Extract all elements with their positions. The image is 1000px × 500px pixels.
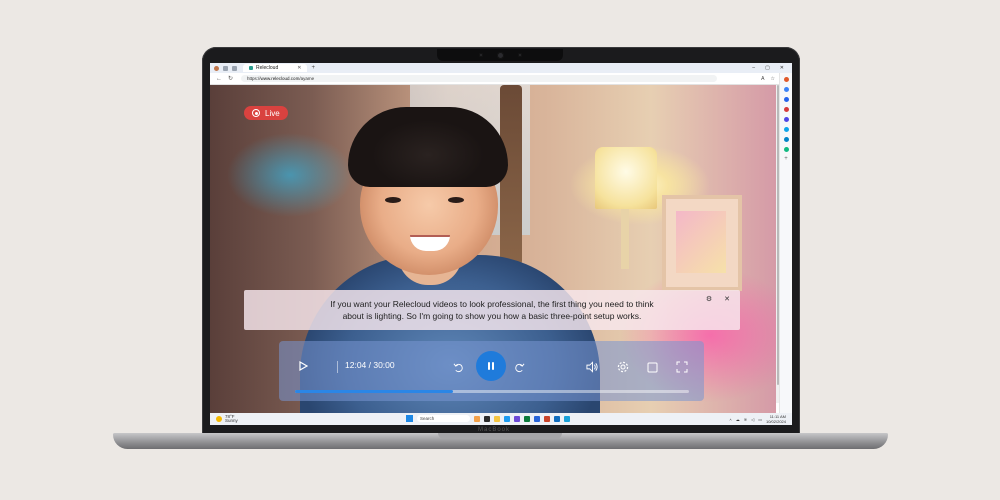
office-icon[interactable] — [783, 127, 789, 132]
taskbar: 78°F Sunny Search ˄ ☁ ≋ ◁ ▭ 11:11 AM 10/… — [210, 413, 792, 425]
caption-close-icon[interactable]: ✕ — [724, 294, 730, 306]
url-host: www.relecloud.com — [260, 76, 300, 81]
tab-actions-icon[interactable] — [232, 65, 237, 71]
forward-30-icon — [514, 363, 524, 372]
pause-icon — [488, 362, 494, 370]
fullscreen-icon — [676, 361, 688, 373]
cloud-icon[interactable]: ☁ — [736, 417, 740, 422]
shopping-icon[interactable] — [783, 97, 789, 102]
play-button[interactable] — [295, 358, 311, 374]
time-display: 12:04 / 30:00 — [345, 360, 395, 370]
url-path: /ayame — [299, 76, 315, 81]
caption-panel: If you want your Relecloud videos to loo… — [244, 290, 740, 330]
sensor-icon — [517, 53, 522, 57]
rewind-10-icon — [453, 363, 463, 372]
weather-widget[interactable]: 78°F Sunny — [216, 414, 238, 424]
caption-settings-icon[interactable]: ⚙ — [706, 294, 712, 306]
caption-line-1: If you want your Relecloud videos to loo… — [330, 299, 654, 309]
new-tab-icon[interactable]: + — [311, 65, 315, 71]
tools-icon[interactable] — [783, 107, 789, 112]
add-sidebar-app-icon[interactable]: + — [784, 156, 788, 162]
sensor-icon — [478, 53, 483, 57]
sun-icon — [216, 416, 222, 422]
speaker-icon[interactable]: ◁ — [751, 417, 754, 422]
store-icon[interactable] — [564, 415, 570, 422]
pause-button[interactable] — [476, 351, 506, 381]
taskbar-search[interactable]: Search — [417, 415, 470, 422]
miniplayer-button[interactable] — [644, 359, 660, 375]
video-lamp — [595, 147, 657, 209]
task-view-icon[interactable] — [484, 415, 490, 422]
controls-divider — [337, 361, 338, 373]
start-icon[interactable] — [406, 415, 413, 422]
video-player[interactable]: Live If you want your Relecloud videos t… — [210, 85, 776, 413]
tab-relecloud[interactable]: Relecloud ✕ — [243, 64, 308, 72]
file-explorer-icon[interactable] — [494, 415, 500, 422]
workspaces-icon[interactable] — [223, 65, 228, 71]
relecloud-favicon-icon — [249, 66, 253, 70]
back-icon[interactable]: ← — [216, 76, 222, 82]
battery-icon[interactable]: ▭ — [758, 417, 762, 422]
gear-icon — [617, 361, 629, 373]
progress-bar[interactable] — [295, 390, 689, 393]
teams-icon[interactable] — [514, 415, 520, 422]
tab-bar: Relecloud ✕ + – ▢ ✕ — [210, 63, 792, 73]
play-icon — [299, 361, 308, 371]
video-lamp-stand — [621, 209, 629, 269]
screen: Relecloud ✕ + – ▢ ✕ ← ↻ https:// www.rel… — [210, 63, 792, 425]
rewind-button[interactable] — [451, 360, 465, 374]
clock-date: 10/02/2024 — [765, 419, 786, 424]
system-tray: ˄ ☁ ≋ ◁ ▭ 11:11 AM 10/02/2024 — [729, 414, 786, 424]
forward-button[interactable] — [512, 360, 526, 374]
maximize-icon[interactable]: ▢ — [765, 65, 770, 71]
live-badge: Live — [244, 106, 288, 120]
powerpoint-icon[interactable] — [544, 415, 550, 422]
camera-icon — [496, 51, 504, 59]
live-label: Live — [265, 108, 280, 118]
caption-line-2: about is lighting. So I'm going to show … — [342, 311, 642, 321]
progress-fill — [295, 390, 453, 393]
edge-icon[interactable] — [504, 415, 510, 422]
url-prefix: https:// — [247, 76, 261, 81]
tab-title: Relecloud — [256, 65, 279, 71]
miniplayer-icon — [647, 362, 657, 372]
camera-notch — [437, 49, 563, 61]
volume-icon — [585, 361, 598, 373]
laptop-opening-notch — [438, 433, 562, 439]
wifi-icon[interactable]: ≋ — [744, 417, 747, 422]
clock[interactable]: 11:11 AM 10/02/2024 — [766, 414, 786, 424]
close-window-icon[interactable]: ✕ — [780, 65, 784, 71]
drop-icon[interactable] — [783, 147, 789, 152]
video-person-eye — [385, 197, 401, 203]
outlook-taskbar-icon[interactable] — [554, 415, 560, 422]
widget-app-icon[interactable] — [474, 415, 480, 422]
player-controls: 12:04 / 30:00 — [279, 341, 704, 401]
settings-button[interactable] — [615, 359, 631, 375]
search-icon[interactable] — [783, 87, 789, 92]
minimize-icon[interactable]: – — [752, 65, 755, 71]
edge-sidebar: + — [779, 73, 792, 417]
address-bar: ← ↻ https:// www.relecloud.com /ayame A … — [210, 73, 792, 85]
video-picture-frame — [662, 195, 742, 291]
fullscreen-button[interactable] — [674, 359, 690, 375]
chevron-up-icon[interactable]: ˄ — [729, 417, 731, 422]
volume-button[interactable] — [584, 359, 600, 375]
profile-icon[interactable] — [214, 65, 219, 71]
taskbar-search-label: Search — [420, 416, 435, 421]
close-tab-icon[interactable]: ✕ — [297, 65, 301, 71]
live-icon — [252, 109, 260, 117]
word-icon[interactable] — [534, 415, 540, 422]
video-person-hair — [348, 107, 508, 187]
games-icon[interactable] — [783, 117, 789, 122]
refresh-icon[interactable]: ↻ — [228, 75, 233, 82]
read-aloud-icon[interactable]: A — [761, 76, 764, 82]
weather-desc: Sunny — [225, 418, 238, 423]
video-person-eye — [448, 197, 464, 203]
laptop-brand: MacBook — [478, 427, 511, 433]
favorites-icon[interactable]: ☆ — [771, 76, 775, 82]
url-field[interactable]: https:// www.relecloud.com /ayame — [241, 75, 718, 82]
copilot-icon[interactable] — [783, 77, 789, 82]
excel-icon[interactable] — [524, 415, 530, 422]
outlook-icon[interactable] — [783, 137, 789, 142]
